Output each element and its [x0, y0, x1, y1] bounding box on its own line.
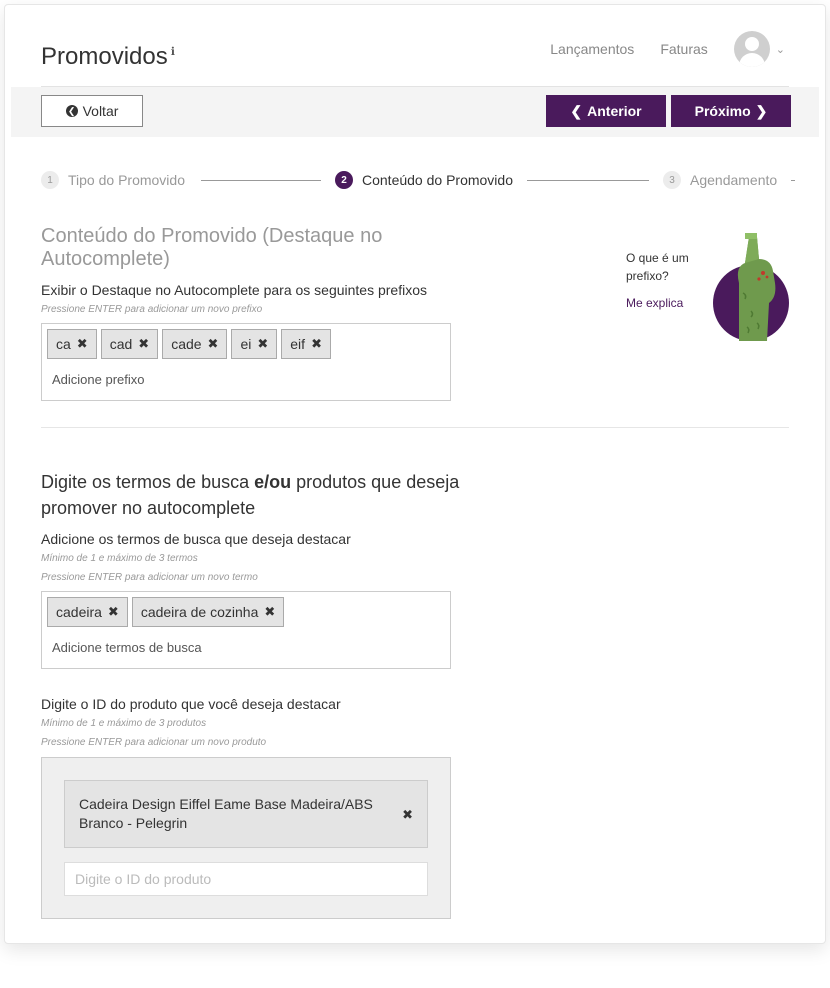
step-conteudo[interactable]: 2 Conteúdo do Promovido	[335, 171, 513, 189]
chevron-left-icon: ❮	[570, 102, 583, 119]
remove-tag-icon[interactable]: ✖	[77, 336, 88, 352]
step-connector	[201, 180, 321, 181]
remove-tag-icon[interactable]: ✖	[264, 604, 275, 620]
terms-input[interactable]	[52, 640, 432, 655]
section-title-conteudo: Conteúdo do Promovido (Destaque no Autoc…	[41, 225, 383, 270]
term-tag: cadeira ✖	[47, 597, 128, 627]
prefix-tag: cad ✖	[100, 329, 159, 359]
nav-lancamentos[interactable]: Lançamentos	[550, 41, 634, 57]
remove-product-icon[interactable]: ✖	[402, 807, 413, 823]
terms-hint-enter: Pressione ENTER para adicionar um novo t…	[41, 572, 258, 583]
previous-button[interactable]: ❮ Anterior	[546, 95, 666, 127]
help-question: O que é um prefixo?	[626, 251, 689, 283]
section-title-termos: Digite os termos de busca e/ou produtos …	[41, 472, 460, 518]
chevron-right-icon: ❯	[755, 102, 768, 119]
user-avatar[interactable]	[733, 31, 770, 67]
terms-tags: cadeira ✖ cadeira de cozinha ✖	[47, 597, 288, 627]
terms-hint-limit: Mínimo de 1 e máximo de 3 termos	[41, 553, 198, 564]
product-item: Cadeira Design Eiffel Eame Base Madeira/…	[64, 780, 428, 848]
term-tag: cadeira de cozinha ✖	[131, 597, 285, 627]
section-divider	[41, 427, 789, 428]
arrow-left-circle-icon: ❮	[65, 105, 78, 117]
step-agendamento[interactable]: 3 Agendamento	[663, 171, 777, 189]
product-id-input[interactable]	[64, 862, 428, 896]
remove-tag-icon[interactable]: ✖	[208, 336, 219, 352]
remove-tag-icon[interactable]: ✖	[138, 336, 149, 352]
next-button[interactable]: Próximo ❯	[671, 95, 791, 127]
prefix-hint: Pressione ENTER para adicionar um novo p…	[41, 304, 263, 315]
step-tipo[interactable]: 1 Tipo do Promovido	[41, 171, 185, 189]
page-header: Promovidos ℹ Lançamentos Faturas ⌄	[41, 5, 789, 87]
top-nav: Lançamentos Faturas ⌄	[550, 31, 785, 67]
step-connector	[527, 180, 649, 181]
terms-tag-box[interactable]: cadeira ✖ cadeira de cozinha ✖	[41, 591, 451, 669]
product-name: Cadeira Design Eiffel Eame Base Madeira/…	[79, 796, 373, 831]
chevron-down-icon[interactable]: ⌄	[776, 43, 785, 56]
action-toolbar: ❮ Voltar ❮ Anterior Próximo ❯	[11, 87, 819, 137]
prefix-tag-box[interactable]: ca ✖ cad ✖ cade ✖ ei ✖ eif ✖	[41, 323, 451, 401]
terms-label: Adicione os termos de busca que deseja d…	[41, 531, 351, 547]
remove-tag-icon[interactable]: ✖	[257, 336, 268, 352]
page-title: Promovidos ℹ	[41, 43, 175, 70]
wizard-steps: 1 Tipo do Promovido 2 Conteúdo do Promov…	[41, 171, 795, 191]
help-link[interactable]: Me explica	[626, 296, 683, 310]
remove-tag-icon[interactable]: ✖	[311, 336, 322, 352]
prefix-tag: eif ✖	[281, 329, 331, 359]
prefix-input[interactable]	[52, 372, 432, 387]
remove-tag-icon[interactable]: ✖	[108, 604, 119, 620]
prefix-tag: ca ✖	[47, 329, 97, 359]
prefix-tag: cade ✖	[162, 329, 228, 359]
product-hint-enter: Pressione ENTER para adicionar um novo p…	[41, 737, 267, 748]
product-box: Cadeira Design Eiffel Eame Base Madeira/…	[41, 757, 451, 919]
step-connector	[791, 180, 795, 181]
nav-faturas[interactable]: Faturas	[660, 41, 707, 57]
info-icon[interactable]: ℹ	[171, 46, 175, 58]
prefix-tag: ei ✖	[231, 329, 278, 359]
hand-illustration	[713, 233, 789, 341]
product-hint-limit: Mínimo de 1 e máximo de 3 produtos	[41, 718, 207, 729]
prefix-tags: ca ✖ cad ✖ cade ✖ ei ✖ eif ✖	[47, 329, 335, 359]
main-card: Promovidos ℹ Lançamentos Faturas ⌄ ❮ Volt…	[4, 4, 826, 944]
back-button[interactable]: ❮ Voltar	[41, 95, 143, 127]
prefix-label: Exibir o Destaque no Autocomplete para o…	[41, 282, 428, 298]
product-label: Digite o ID do produto que você deseja d…	[41, 696, 341, 712]
